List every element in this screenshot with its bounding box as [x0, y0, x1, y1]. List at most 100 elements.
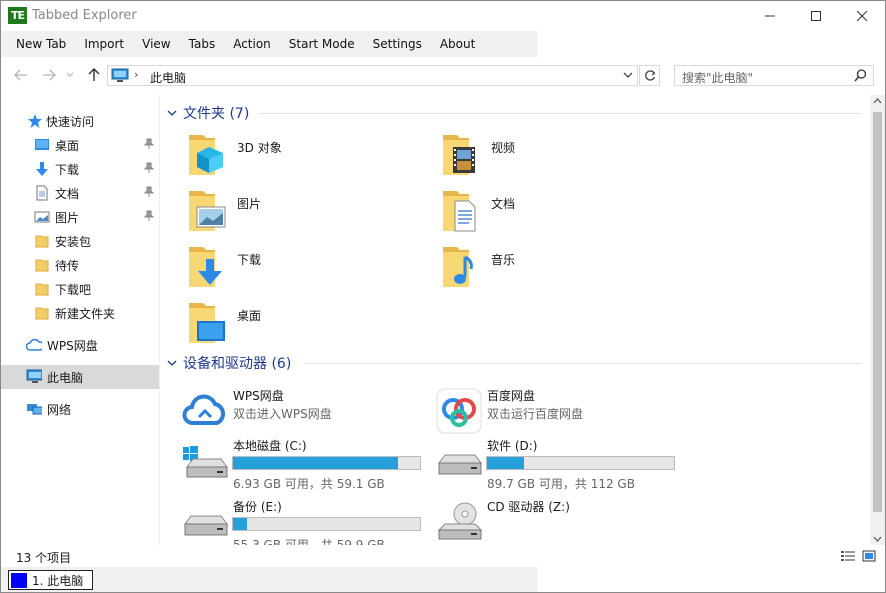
sidebar-label: 文档: [55, 187, 80, 201]
folder-icon: [35, 283, 49, 296]
download-arrow-icon: [36, 162, 48, 176]
minimize-button[interactable]: [747, 1, 793, 31]
menu-action[interactable]: Action: [224, 31, 280, 57]
chevron-down-icon: [167, 360, 177, 366]
drive-e[interactable]: 备份 (E:) 55.3 GB 可用，共 59.9 GB: [181, 498, 441, 545]
drive-z[interactable]: CD 驱动器 (Z:): [435, 498, 695, 545]
pin-icon[interactable]: [144, 210, 154, 222]
details-view-icon[interactable]: [840, 549, 856, 563]
sidebar-item-pictures[interactable]: 图片: [1, 205, 159, 229]
breadcrumb-this-pc[interactable]: 此电脑: [150, 69, 186, 86]
folder-videos[interactable]: 视频: [439, 131, 689, 183]
folder-3d-objects[interactable]: 3D 对象: [185, 131, 435, 183]
close-icon: [856, 10, 868, 22]
breadcrumb-separator-icon[interactable]: ›: [134, 68, 138, 81]
network-icon: [27, 404, 42, 415]
drive-name: 本地磁盘 (C:): [233, 439, 307, 453]
device-wps-drive[interactable]: WPS网盘 双击进入WPS网盘: [181, 387, 441, 443]
refresh-button[interactable]: [639, 65, 660, 86]
drive-usage-bar: [232, 456, 421, 470]
recent-locations-button[interactable]: [63, 65, 77, 85]
cloud-icon: [26, 338, 42, 351]
folder-music[interactable]: 音乐: [439, 243, 689, 295]
document-icon: [36, 185, 48, 201]
chevron-down-icon: [167, 110, 177, 116]
scroll-up-arrow-icon[interactable]: [873, 97, 882, 105]
menu-import[interactable]: Import: [75, 31, 133, 57]
menu-new-tab[interactable]: New Tab: [7, 31, 75, 57]
pictures-folder-icon: [189, 191, 226, 231]
menu-settings[interactable]: Settings: [364, 31, 431, 57]
sidebar-item-this-pc[interactable]: 此电脑: [1, 365, 159, 389]
group-header-folders[interactable]: 文件夹 (7): [167, 103, 249, 123]
maximize-button[interactable]: [793, 1, 839, 31]
scroll-down-arrow-icon[interactable]: [873, 535, 882, 543]
address-bar[interactable]: › 此电脑: [107, 65, 638, 86]
drive-free-space: 55.3 GB 可用，共 59.9 GB: [233, 538, 385, 545]
folder-desktop[interactable]: 桌面: [185, 299, 435, 351]
downloads-folder-icon: [189, 247, 222, 287]
up-arrow-icon: [88, 68, 100, 81]
picture-icon: [34, 211, 50, 223]
sidebar-item-documents[interactable]: 文档: [1, 181, 159, 205]
sidebar-item-wps-drive[interactable]: WPS网盘: [1, 333, 159, 357]
folder-pictures[interactable]: 图片: [185, 187, 435, 239]
close-button[interactable]: [839, 1, 885, 31]
up-button[interactable]: [84, 65, 104, 85]
pin-icon[interactable]: [144, 138, 154, 150]
sidebar-item-folder[interactable]: 新建文件夹: [1, 301, 159, 325]
sidebar-item-downloads[interactable]: 下载: [1, 157, 159, 181]
video-folder-icon: [443, 135, 475, 175]
item-count: 13 个项目: [16, 551, 72, 565]
menu-about[interactable]: About: [431, 31, 484, 57]
back-button[interactable]: [11, 65, 31, 85]
title-bar[interactable]: TE Tabbed Explorer: [1, 1, 885, 31]
folder-documents[interactable]: 文档: [439, 187, 689, 239]
sidebar-label: 快速访问: [46, 115, 95, 129]
sidebar-item-network[interactable]: 网络: [1, 397, 159, 421]
sidebar-item-folder[interactable]: 下载吧: [1, 277, 159, 301]
sidebar-item-quick-access[interactable]: 快速访问: [1, 109, 159, 133]
large-icons-view-icon[interactable]: [862, 549, 876, 563]
forward-arrow-icon: [43, 69, 56, 81]
drive-free-space: 89.7 GB 可用，共 112 GB: [487, 477, 635, 491]
group-title: 文件夹 (7): [183, 106, 250, 122]
pane-divider[interactable]: [159, 95, 160, 545]
address-history-chevron-icon[interactable]: [623, 69, 633, 81]
drive-usage-bar: [486, 456, 675, 470]
sidebar-item-desktop[interactable]: 桌面: [1, 133, 159, 157]
sidebar-label: 桌面: [55, 139, 80, 153]
drive-d[interactable]: 软件 (D:) 89.7 GB 可用，共 112 GB: [435, 437, 695, 493]
vertical-scrollbar[interactable]: [870, 95, 885, 545]
drive-c[interactable]: 本地磁盘 (C:) 6.93 GB 可用，共 59.1 GB: [181, 437, 441, 493]
group-header-devices[interactable]: 设备和驱动器 (6): [167, 353, 291, 373]
windows-drive-icon: [183, 446, 228, 478]
drive-usage-bar: [232, 517, 421, 531]
scrollbar-thumb[interactable]: [873, 112, 882, 512]
desktop-icon: [35, 139, 49, 150]
refresh-icon: [644, 69, 655, 81]
computer-icon: [111, 68, 129, 82]
app-window: TE Tabbed Explorer New Tab Import View T…: [0, 0, 886, 593]
sidebar-label: 新建文件夹: [55, 307, 116, 321]
menu-tabs[interactable]: Tabs: [180, 31, 225, 57]
forward-button[interactable]: [39, 65, 59, 85]
music-folder-icon: [443, 247, 473, 287]
menu-view[interactable]: View: [133, 31, 179, 57]
folder-downloads[interactable]: 下载: [185, 243, 435, 295]
content-pane: 文件夹 (7) 3D 对象 视频 图片 文档 下载 音乐 桌面 设备和驱动器 (…: [161, 95, 870, 545]
sidebar-item-folder[interactable]: 安装包: [1, 229, 159, 253]
device-baidu-drive[interactable]: 百度网盘 双击运行百度网盘: [435, 387, 695, 443]
search-icon[interactable]: [854, 69, 867, 82]
sidebar-label: 下载吧: [55, 283, 92, 297]
navigation-pane: 快速访问 桌面 下载 文档 图片 安装包 待传 下载吧 新建文件夹 WPS网盘 …: [1, 95, 159, 545]
sidebar-item-folder[interactable]: 待传: [1, 253, 159, 277]
drive-usage-fill: [487, 457, 525, 469]
tab-this-pc[interactable]: 1. 此电脑: [8, 570, 93, 590]
pin-icon[interactable]: [144, 162, 154, 174]
pin-icon[interactable]: [144, 186, 154, 198]
search-input[interactable]: 搜索"此电脑": [674, 65, 874, 86]
drive-name: 备份 (E:): [233, 500, 282, 514]
device-description: 双击运行百度网盘: [487, 407, 584, 421]
menu-start-mode[interactable]: Start Mode: [280, 31, 364, 57]
